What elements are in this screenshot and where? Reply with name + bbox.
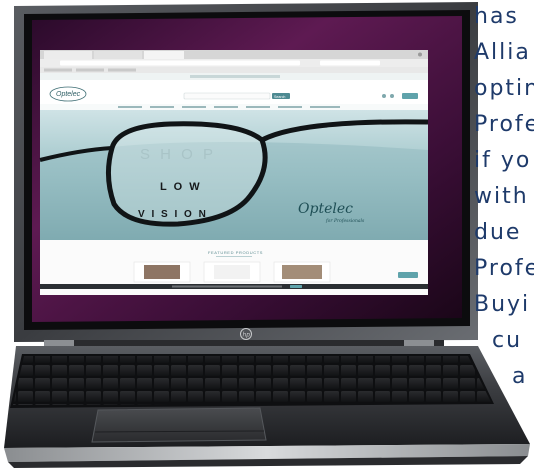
article-text-line: Buyi	[474, 292, 531, 317]
article-text-line: if yo	[474, 148, 532, 173]
article-text-line: Allia	[474, 40, 531, 65]
hero-shop-text: S H O P	[140, 146, 216, 163]
hero-low-text: L O W	[160, 181, 202, 193]
browser-window: Optelec Search S H O P L O W V I S I O N…	[39, 50, 429, 295]
article-text-line: a	[512, 364, 528, 389]
touchpad	[91, 407, 267, 443]
article-text-line: cu	[492, 328, 523, 353]
article-text-line: due	[474, 220, 522, 245]
laptop-photo: Optelec Search S H O P L O W V I S I O N…	[4, 2, 530, 468]
site-logo: Optelec	[56, 91, 81, 98]
article-text-line: optin	[474, 76, 534, 101]
hero-vision-text: V I S I O N	[138, 209, 208, 220]
article-text-line: Profe	[474, 112, 534, 137]
featured-products-title: FEATURED PRODUCTS	[208, 250, 263, 255]
article-text-column: has Allia optin Profe if yo with due Pro…	[474, 0, 534, 472]
hero-brand-subtitle: for Professionals	[325, 218, 365, 224]
article-text-line: with	[474, 184, 529, 209]
article-text-line: has	[474, 4, 519, 29]
hero-brand-logo: Optelec	[298, 201, 353, 217]
search-button: Search	[274, 95, 285, 99]
svg-text:hp: hp	[243, 332, 251, 339]
article-text-line: Profe	[474, 256, 534, 281]
